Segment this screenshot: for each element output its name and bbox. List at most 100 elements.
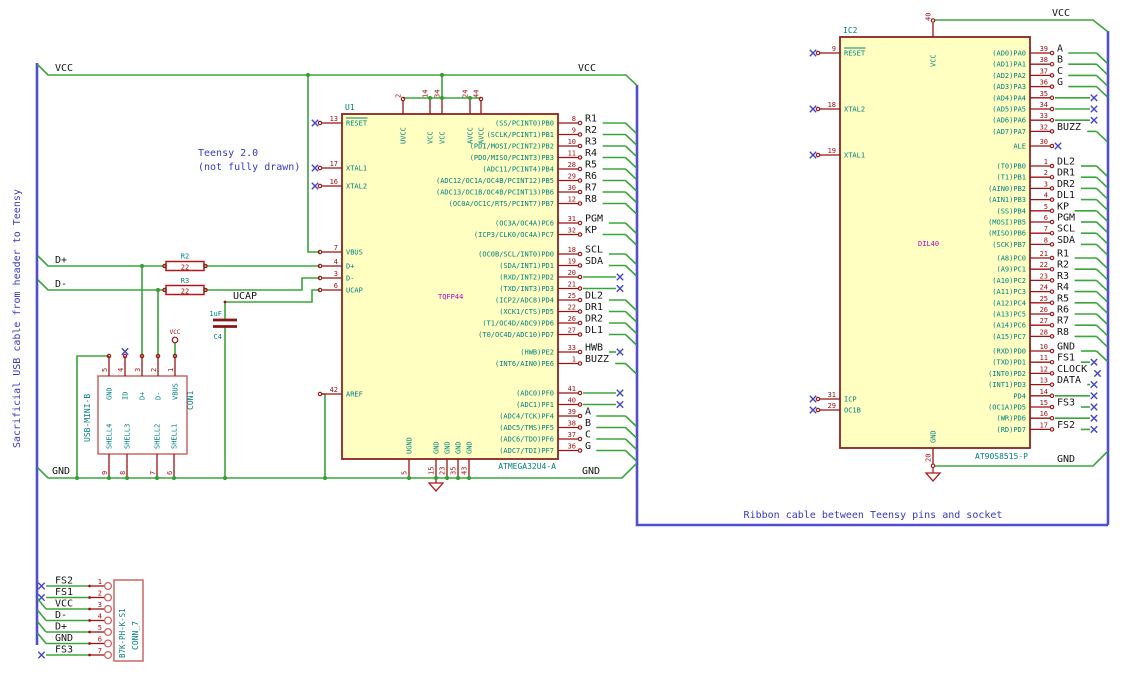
pin-name: VCC bbox=[439, 131, 447, 144]
u1-package: TQFP44 bbox=[438, 293, 463, 301]
pin-name: SHELL4 bbox=[106, 424, 114, 449]
pin-number: 6 bbox=[98, 636, 102, 644]
pin-circle bbox=[1049, 163, 1055, 169]
pin-name: GND bbox=[106, 387, 114, 400]
net-label: FS1 bbox=[55, 587, 73, 598]
pin-name: VBUS bbox=[346, 249, 363, 257]
con1-pin-3: 3 D+ bbox=[134, 353, 147, 400]
pin-number: 13 bbox=[330, 115, 338, 123]
pin-name: OC1B bbox=[844, 407, 861, 415]
pin-number: 5 bbox=[1044, 203, 1048, 211]
bus-entry bbox=[624, 156, 638, 169]
bus-entry bbox=[1095, 52, 1109, 65]
pin-circle bbox=[1049, 266, 1055, 272]
pin-name: (SCK)PB7 bbox=[992, 241, 1026, 249]
pin-number: 11 bbox=[568, 150, 576, 158]
pin-name: AREF bbox=[346, 391, 363, 399]
net-label: SCL bbox=[585, 245, 603, 256]
con1-pin-2: 2 D- bbox=[150, 353, 163, 400]
c4-ref: C4 bbox=[214, 333, 222, 341]
no-connect-icon bbox=[1090, 403, 1098, 411]
pin-circle bbox=[1049, 117, 1055, 123]
con1-pin-4: 4 ID bbox=[117, 353, 130, 400]
junction-dot bbox=[124, 475, 130, 481]
u1-value: ATMEGA32U4-A bbox=[498, 462, 556, 471]
pin-number: 2 bbox=[98, 590, 102, 598]
conn7-ref: CONN_7 bbox=[131, 621, 140, 650]
pin-name: (SCLK/PCINT1)PB1 bbox=[487, 131, 554, 139]
gnd-label-mid: GND bbox=[582, 466, 600, 477]
pin-circle bbox=[577, 201, 583, 206]
pin-number: 26 bbox=[1040, 306, 1048, 314]
net-label: DL1 bbox=[1057, 190, 1075, 201]
conn7-pin-7: FS3 7 bbox=[37, 645, 113, 660]
pin-name: (TXD/INT3)PD3 bbox=[499, 285, 554, 293]
net-label: R3 bbox=[1057, 271, 1069, 282]
bus-entry bbox=[624, 322, 638, 335]
pin-number: 28 bbox=[1040, 328, 1048, 336]
pin-number: 15 bbox=[1040, 399, 1048, 407]
con1-ref: CON1 bbox=[186, 391, 195, 410]
net-label: FS2 bbox=[1057, 420, 1075, 431]
net-label: FS3 bbox=[55, 645, 73, 656]
pin-number: 8 bbox=[1044, 236, 1048, 244]
pin-number: 29 bbox=[828, 402, 836, 410]
pin-name: (MISO)PB6 bbox=[988, 230, 1026, 238]
junction-dot bbox=[139, 263, 145, 269]
pin-name: (ADC11/PCINT4)PB4 bbox=[482, 166, 554, 174]
bus-entry bbox=[624, 179, 638, 192]
net-label: R1 bbox=[585, 114, 597, 125]
pin-name: GND bbox=[433, 441, 441, 454]
pin-number: 16 bbox=[330, 178, 338, 186]
pin-circle bbox=[1049, 208, 1055, 214]
r3-ref: R3 bbox=[181, 277, 189, 285]
junction-dot bbox=[467, 95, 473, 101]
pin-name: (A13)PC5 bbox=[992, 311, 1026, 319]
net-label: R5 bbox=[585, 160, 597, 171]
pin-number: 38 bbox=[1040, 56, 1048, 64]
junction-dot bbox=[439, 95, 445, 101]
con1-value: USB-MINI-B bbox=[83, 394, 92, 442]
pin-name: PD4 bbox=[1013, 392, 1026, 400]
pin-circle bbox=[1049, 143, 1055, 149]
pin-name: (ADC13/OC1B/OC4B/PCINT13)PB6 bbox=[436, 189, 554, 197]
pin-circle bbox=[815, 152, 821, 158]
pin-number: 24 bbox=[462, 90, 470, 98]
bus-entry bbox=[1095, 176, 1109, 189]
pin-number: 20 bbox=[568, 269, 576, 277]
pin-circle bbox=[478, 96, 484, 102]
pin-name: (AD4)PA4 bbox=[992, 94, 1026, 102]
no-connect-icon bbox=[37, 582, 46, 590]
no-connect-icon bbox=[809, 151, 817, 159]
pin-circle bbox=[1049, 371, 1055, 376]
pin-name: (RXD/INT2)PD2 bbox=[499, 274, 554, 282]
pin-name: ICP bbox=[844, 396, 857, 404]
pin-number: 19 bbox=[568, 258, 576, 266]
pin-number: 9 bbox=[101, 471, 109, 475]
bus-entry bbox=[624, 122, 638, 135]
pin-circle bbox=[577, 220, 583, 226]
pin-number: 32 bbox=[568, 227, 576, 235]
bus-entry bbox=[624, 362, 638, 375]
net-label: A bbox=[585, 407, 591, 418]
pin-number: 15 bbox=[428, 467, 436, 475]
ucap-label: UCAP bbox=[233, 291, 257, 302]
bus-entry bbox=[624, 253, 638, 266]
junction-dot bbox=[439, 72, 445, 78]
pin-name: (SDA/INT1)PD1 bbox=[499, 262, 554, 270]
net-label: KP bbox=[1057, 201, 1069, 212]
pad-circle bbox=[103, 639, 113, 648]
pin-number: 33 bbox=[1040, 112, 1048, 120]
bus-entry bbox=[624, 426, 638, 439]
pin-number: 32 bbox=[1040, 123, 1048, 131]
junction-dot bbox=[433, 475, 439, 481]
pin-circle bbox=[815, 50, 821, 56]
pin-circle bbox=[577, 166, 583, 172]
pin-circle bbox=[317, 165, 323, 171]
pin-name: (RD)PD7 bbox=[996, 426, 1026, 434]
net-label: R8 bbox=[585, 194, 597, 205]
pin-name: VCC bbox=[427, 131, 435, 144]
pin-number: 31 bbox=[568, 215, 576, 223]
bus-entry bbox=[624, 415, 638, 428]
u1-ref: U1 bbox=[345, 103, 355, 112]
